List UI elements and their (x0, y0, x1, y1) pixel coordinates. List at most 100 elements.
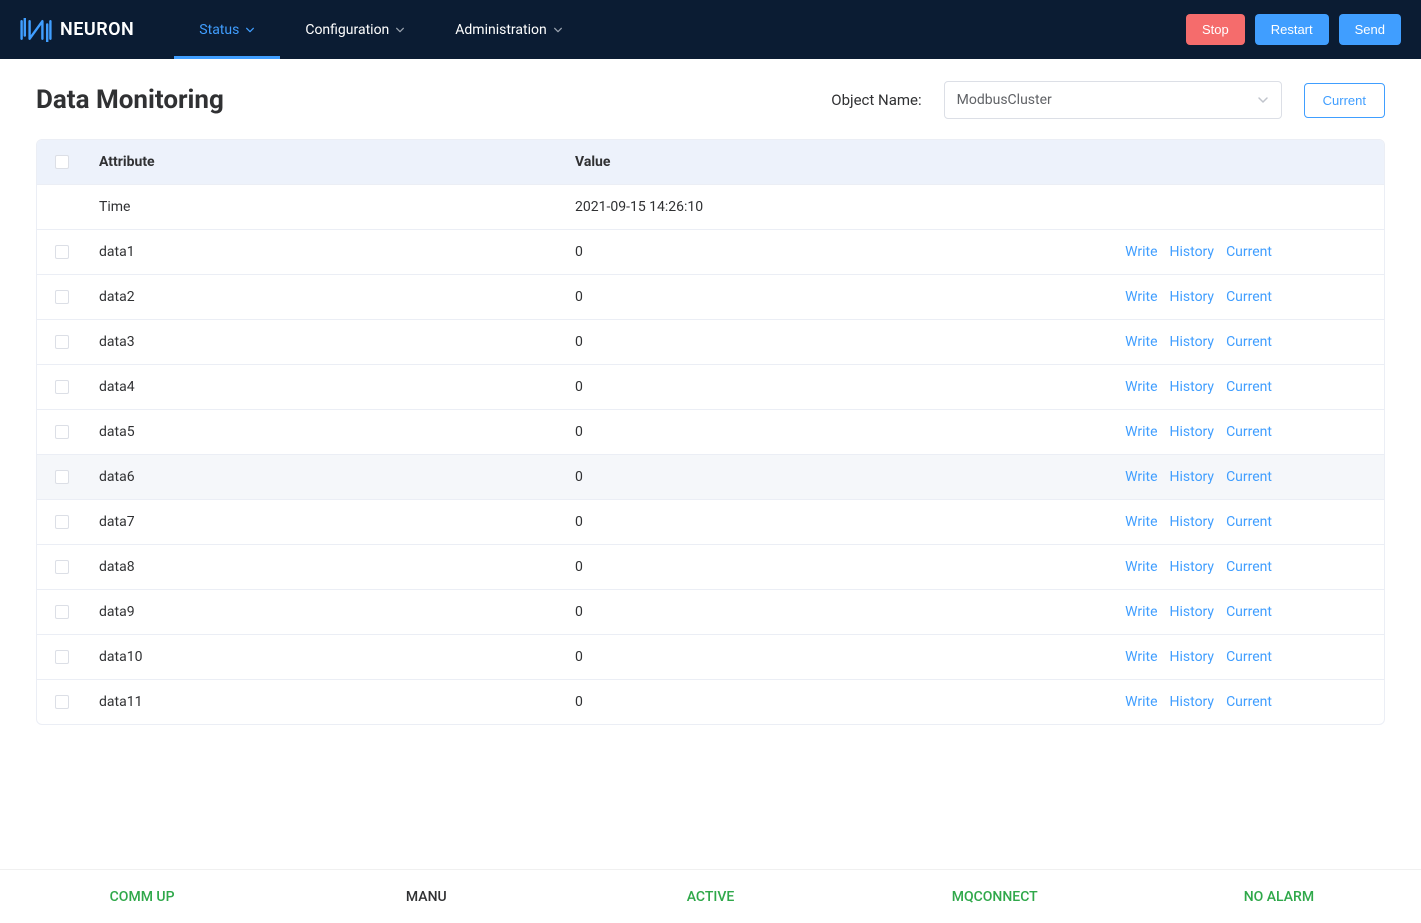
history-link[interactable]: History (1170, 289, 1215, 305)
current-link[interactable]: Current (1226, 694, 1272, 710)
cell-check (37, 500, 87, 545)
nav-item-configuration[interactable]: Configuration (280, 0, 430, 59)
cell-attribute: data10 (87, 635, 563, 680)
row-checkbox[interactable] (55, 605, 69, 619)
header-actions: Stop Restart Send (1186, 14, 1401, 45)
write-link[interactable]: Write (1125, 469, 1157, 485)
current-button[interactable]: Current (1304, 83, 1385, 118)
write-link[interactable]: Write (1125, 334, 1157, 350)
write-link[interactable]: Write (1125, 649, 1157, 665)
write-link[interactable]: Write (1125, 379, 1157, 395)
status-comm-up: COMM UP (0, 870, 284, 923)
current-link[interactable]: Current (1226, 514, 1272, 530)
row-checkbox[interactable] (55, 290, 69, 304)
brand-logo: NEURON (20, 18, 134, 42)
row-checkbox[interactable] (55, 380, 69, 394)
cell-actions: Write History Current (1064, 545, 1384, 590)
cell-check (37, 230, 87, 275)
write-link[interactable]: Write (1125, 604, 1157, 620)
cell-actions: Write History Current (1064, 410, 1384, 455)
history-link[interactable]: History (1170, 604, 1215, 620)
cell-check (37, 320, 87, 365)
cell-check (37, 275, 87, 320)
row-checkbox[interactable] (55, 515, 69, 529)
table-row-time: Time2021-09-15 14:26:10 (37, 185, 1384, 230)
current-link[interactable]: Current (1226, 649, 1272, 665)
table-row: data80WriteHistoryCurrent (37, 545, 1384, 590)
cell-attribute: data1 (87, 230, 563, 275)
brand-text: NEURON (60, 19, 134, 40)
table-row: data30WriteHistoryCurrent (37, 320, 1384, 365)
nav-item-administration[interactable]: Administration (430, 0, 587, 59)
write-link[interactable]: Write (1125, 514, 1157, 530)
row-checkbox[interactable] (55, 650, 69, 664)
cell-value: 0 (563, 410, 1064, 455)
cell-attribute: data6 (87, 455, 563, 500)
write-link[interactable]: Write (1125, 424, 1157, 440)
object-name-value: ModbusCluster (957, 92, 1052, 108)
cell-value: 0 (563, 635, 1064, 680)
object-selector: Object Name: ModbusCluster Current (831, 81, 1385, 119)
cell-value: 0 (563, 500, 1064, 545)
stop-button[interactable]: Stop (1186, 14, 1245, 45)
object-name-select[interactable]: ModbusCluster (944, 81, 1282, 119)
cell-check (37, 590, 87, 635)
history-link[interactable]: History (1170, 649, 1215, 665)
nav-item-label: Administration (455, 22, 546, 38)
chevron-down-icon (395, 25, 405, 35)
cell-actions: Write History Current (1064, 320, 1384, 365)
cell-check (37, 455, 87, 500)
cell-value: 0 (563, 680, 1064, 725)
header-attribute: Attribute (87, 140, 563, 185)
cell-actions (1064, 185, 1384, 230)
cell-value: 0 (563, 230, 1064, 275)
row-checkbox[interactable] (55, 425, 69, 439)
current-link[interactable]: Current (1226, 289, 1272, 305)
row-checkbox[interactable] (55, 560, 69, 574)
cell-attribute: data4 (87, 365, 563, 410)
chevron-down-icon (553, 25, 563, 35)
cell-attribute: data9 (87, 590, 563, 635)
page-title: Data Monitoring (36, 85, 224, 115)
history-link[interactable]: History (1170, 334, 1215, 350)
history-link[interactable]: History (1170, 424, 1215, 440)
cell-actions: Write History Current (1064, 275, 1384, 320)
row-checkbox[interactable] (55, 245, 69, 259)
current-link[interactable]: Current (1226, 334, 1272, 350)
select-all-checkbox[interactable] (55, 155, 69, 169)
status-mqconnect: MQCONNECT (853, 870, 1137, 923)
table-header-row: Attribute Value (37, 140, 1384, 185)
table-row: data90WriteHistoryCurrent (37, 590, 1384, 635)
status-bar: COMM UPMANUACTIVEMQCONNECTNO ALARM (0, 869, 1421, 923)
history-link[interactable]: History (1170, 559, 1215, 575)
write-link[interactable]: Write (1125, 289, 1157, 305)
current-link[interactable]: Current (1226, 379, 1272, 395)
row-checkbox[interactable] (55, 335, 69, 349)
nav-item-status[interactable]: Status (174, 0, 280, 59)
page-header: Data Monitoring Object Name: ModbusClust… (36, 81, 1385, 119)
history-link[interactable]: History (1170, 379, 1215, 395)
write-link[interactable]: Write (1125, 244, 1157, 260)
current-link[interactable]: Current (1226, 559, 1272, 575)
row-checkbox[interactable] (55, 695, 69, 709)
current-link[interactable]: Current (1226, 244, 1272, 260)
history-link[interactable]: History (1170, 244, 1215, 260)
nav-item-label: Configuration (305, 22, 389, 38)
current-link[interactable]: Current (1226, 424, 1272, 440)
send-button[interactable]: Send (1339, 14, 1401, 45)
history-link[interactable]: History (1170, 694, 1215, 710)
cell-attribute: data8 (87, 545, 563, 590)
history-link[interactable]: History (1170, 514, 1215, 530)
history-link[interactable]: History (1170, 469, 1215, 485)
restart-button[interactable]: Restart (1255, 14, 1329, 45)
current-link[interactable]: Current (1226, 604, 1272, 620)
row-checkbox[interactable] (55, 470, 69, 484)
cell-attribute: data2 (87, 275, 563, 320)
cell-actions: Write History Current (1064, 500, 1384, 545)
cell-check (37, 185, 87, 230)
table-row: data60WriteHistoryCurrent (37, 455, 1384, 500)
current-link[interactable]: Current (1226, 469, 1272, 485)
app-header: NEURON Status Configuration Administration… (0, 0, 1421, 59)
write-link[interactable]: Write (1125, 559, 1157, 575)
write-link[interactable]: Write (1125, 694, 1157, 710)
